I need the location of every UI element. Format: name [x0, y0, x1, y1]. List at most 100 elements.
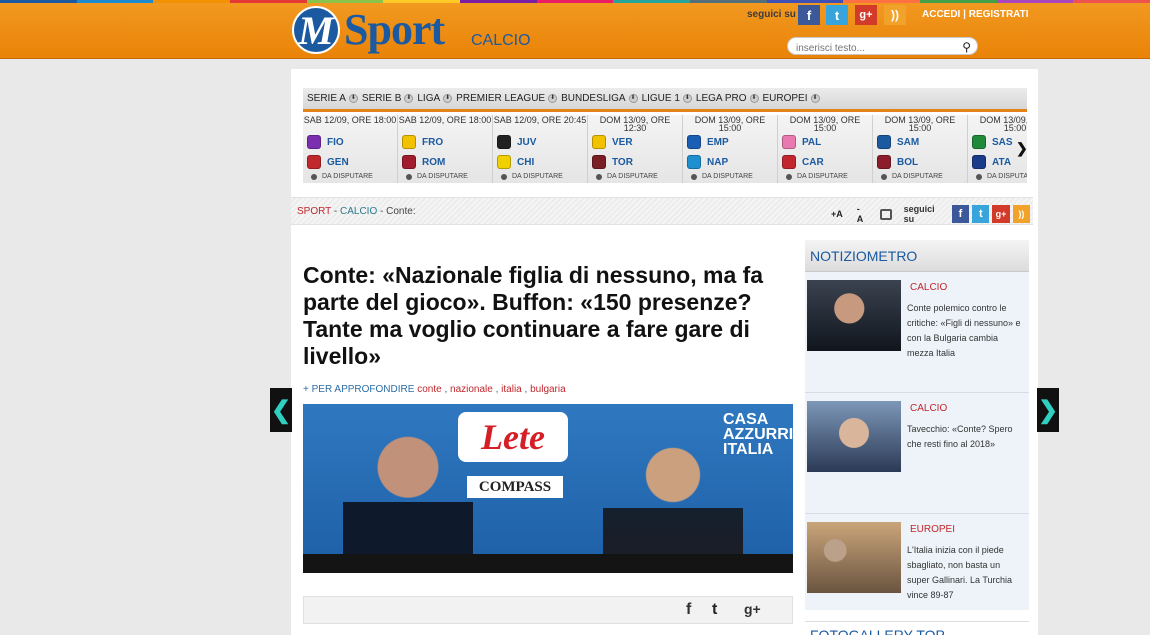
facebook-share-icon[interactable]: f — [686, 601, 691, 619]
gallery-next-button[interactable]: ❯ — [1037, 388, 1059, 432]
breadcrumb-calcio[interactable]: CALCIO — [340, 206, 377, 217]
match-strip: SAB 12/09, ORE 18:00 FIO GEN DA DISPUTARE SA… — [303, 115, 1027, 183]
news-thumbnail[interactable] — [807, 401, 901, 472]
twitter-share-icon[interactable]: t — [712, 601, 717, 619]
tag-link[interactable]: conte — [417, 384, 441, 395]
team-abbr: CAR — [802, 156, 824, 168]
login-link[interactable]: ACCEDI — [922, 9, 960, 20]
news-text[interactable]: Tavecchio: «Conte? Spero che resti fino … — [907, 422, 1022, 452]
league-tab[interactable]: SERIE A ⬇ — [307, 93, 358, 104]
tag-link[interactable]: italia — [501, 384, 522, 395]
match-status: DA DISPUTARE — [778, 172, 872, 181]
league-tab[interactable]: EUROPEI ⬇ — [763, 93, 820, 104]
league-tab-label: EUROPEI — [762, 93, 808, 104]
search-input[interactable] — [788, 40, 948, 57]
google-plus-icon[interactable]: g+ — [992, 205, 1010, 223]
league-tab-label: SERIE A — [307, 93, 346, 104]
status-dot-icon — [976, 173, 982, 180]
notiziometro-box: NOTIZIOMETRO CALCIO Conte polemico contr… — [805, 240, 1029, 610]
match-card[interactable]: SAB 12/09, ORE 18:00 FRO ROM DA DISPUTARE — [398, 115, 493, 183]
font-decrease-button[interactable]: -A — [857, 204, 866, 224]
team-crest-icon — [592, 155, 606, 169]
team-crest-icon — [972, 135, 986, 149]
match-status-label: DA DISPUTARE — [607, 173, 658, 180]
league-tab[interactable]: LIGUE 1 ⬇ — [642, 93, 692, 104]
section-name[interactable]: CALCIO — [471, 32, 531, 50]
logo-emblem: M — [292, 6, 340, 54]
breadcrumb-sport[interactable]: SPORT — [297, 206, 331, 217]
chevron-down-icon[interactable]: ⬇ — [404, 94, 414, 103]
rss-icon[interactable]: )) — [1012, 205, 1030, 223]
chevron-down-icon[interactable]: ⬇ — [443, 94, 453, 103]
register-link[interactable]: REGISTRATI — [969, 9, 1029, 20]
article-tools: +A -A seguici su f t g+ )) — [831, 204, 1033, 224]
chevron-down-icon[interactable]: ⬇ — [810, 94, 820, 103]
twitter-icon[interactable]: t — [972, 205, 990, 223]
match-date: DOM 13/09, ORE 15:00 — [694, 115, 766, 133]
news-category[interactable]: CALCIO — [910, 403, 947, 414]
google-plus-icon[interactable]: g+ — [855, 5, 877, 25]
home-team: EMP — [683, 132, 777, 152]
news-text[interactable]: L'Italia inizia con il piede sbagliato, … — [907, 543, 1022, 603]
breadcrumb-sep: - — [380, 206, 384, 217]
team-abbr: VER — [612, 136, 633, 148]
team-abbr: CHI — [517, 156, 535, 168]
league-tab[interactable]: PREMIER LEAGUE ⬇ — [456, 93, 558, 104]
league-tabs: SERIE A ⬇ SERIE B ⬇ LIGA ⬇ PREMIER LEAGUE ⬇ BUND… — [303, 88, 1027, 112]
tag-link[interactable]: bulgaria — [530, 384, 566, 395]
color-strip-segment — [76, 0, 154, 3]
match-card[interactable]: DOM 13/09, ORE 15:00 PAL CAR DA DISPUTARE — [778, 115, 873, 183]
chevron-down-icon[interactable]: ⬇ — [348, 94, 358, 103]
match-status: DA DISPUTARE — [873, 172, 967, 181]
color-strip-segment — [996, 0, 1074, 3]
news-item[interactable]: CALCIO Tavecchio: «Conte? Spero che rest… — [805, 393, 1029, 514]
news-item[interactable]: CALCIO Conte polemico contro le critiche… — [805, 272, 1029, 393]
team-abbr: GEN — [327, 156, 349, 168]
news-thumbnail[interactable] — [807, 280, 901, 351]
league-tab[interactable]: LEGA PRO ⬇ — [696, 93, 759, 104]
article-photo[interactable]: Lete COMPASS CASA AZZURRI ITALIA — [303, 404, 793, 573]
match-status: DA DISPUTARE — [588, 172, 682, 181]
google-plus-share-icon[interactable]: g+ — [744, 601, 761, 617]
chevron-down-icon[interactable]: ⬇ — [682, 94, 692, 103]
team-abbr: SAS — [992, 136, 1013, 148]
team-abbr: SAM — [897, 136, 920, 148]
color-strip-segment — [306, 0, 384, 3]
news-item[interactable]: EUROPEI L'Italia inizia con il piede sba… — [805, 514, 1029, 635]
chevron-right-icon[interactable]: ❯ — [1016, 140, 1028, 157]
font-increase-button[interactable]: +A — [831, 209, 843, 219]
site-logo[interactable]: M Sport — [292, 6, 445, 54]
twitter-icon[interactable]: t — [826, 5, 848, 25]
chevron-down-icon[interactable]: ⬇ — [628, 94, 638, 103]
search-icon[interactable]: ⚲ — [962, 40, 971, 54]
news-text[interactable]: Conte polemico contro le critiche: «Figl… — [907, 301, 1022, 361]
gallery-prev-button[interactable]: ❮ — [270, 388, 292, 432]
match-card[interactable]: SAB 12/09, ORE 18:00 FIO GEN DA DISPUTARE — [303, 115, 398, 183]
away-team: ROM — [398, 152, 492, 172]
team-crest-icon — [782, 155, 796, 169]
news-category[interactable]: EUROPEI — [910, 524, 955, 535]
league-tab[interactable]: BUNDESLIGA ⬇ — [561, 93, 638, 104]
match-card[interactable]: SAB 12/09, ORE 20:45 JUV CHI DA DISPUTARE — [493, 115, 588, 183]
color-strip-segment — [383, 0, 461, 3]
match-card[interactable]: DOM 13/09, ORE 15:00 SAM BOL DA DISPUTARE — [873, 115, 968, 183]
facebook-icon[interactable]: f — [798, 5, 820, 25]
sponsor-banner-lete: Lete — [458, 412, 568, 462]
news-thumbnail[interactable] — [807, 522, 901, 593]
print-icon[interactable] — [879, 208, 892, 220]
news-category[interactable]: CALCIO — [910, 282, 947, 293]
chevron-down-icon[interactable]: ⬇ — [548, 94, 558, 103]
home-team: FIO — [303, 132, 397, 152]
color-strip — [0, 0, 1150, 3]
color-strip-segment — [1073, 0, 1150, 3]
facebook-icon[interactable]: f — [951, 205, 970, 223]
status-dot-icon — [596, 173, 602, 180]
match-card[interactable]: DOM 13/09, ORE 15:00 EMP NAP DA DISPUTARE — [683, 115, 778, 183]
league-tab[interactable]: LIGA ⬇ — [417, 93, 453, 104]
tag-link[interactable]: nazionale — [450, 384, 493, 395]
chevron-down-icon[interactable]: ⬇ — [749, 94, 759, 103]
match-card[interactable]: DOM 13/09, ORE 12:30 VER TOR DA DISPUTARE — [588, 115, 683, 183]
rss-icon[interactable]: )) — [884, 5, 906, 25]
team-crest-icon — [402, 155, 416, 169]
league-tab[interactable]: SERIE B ⬇ — [362, 93, 414, 104]
